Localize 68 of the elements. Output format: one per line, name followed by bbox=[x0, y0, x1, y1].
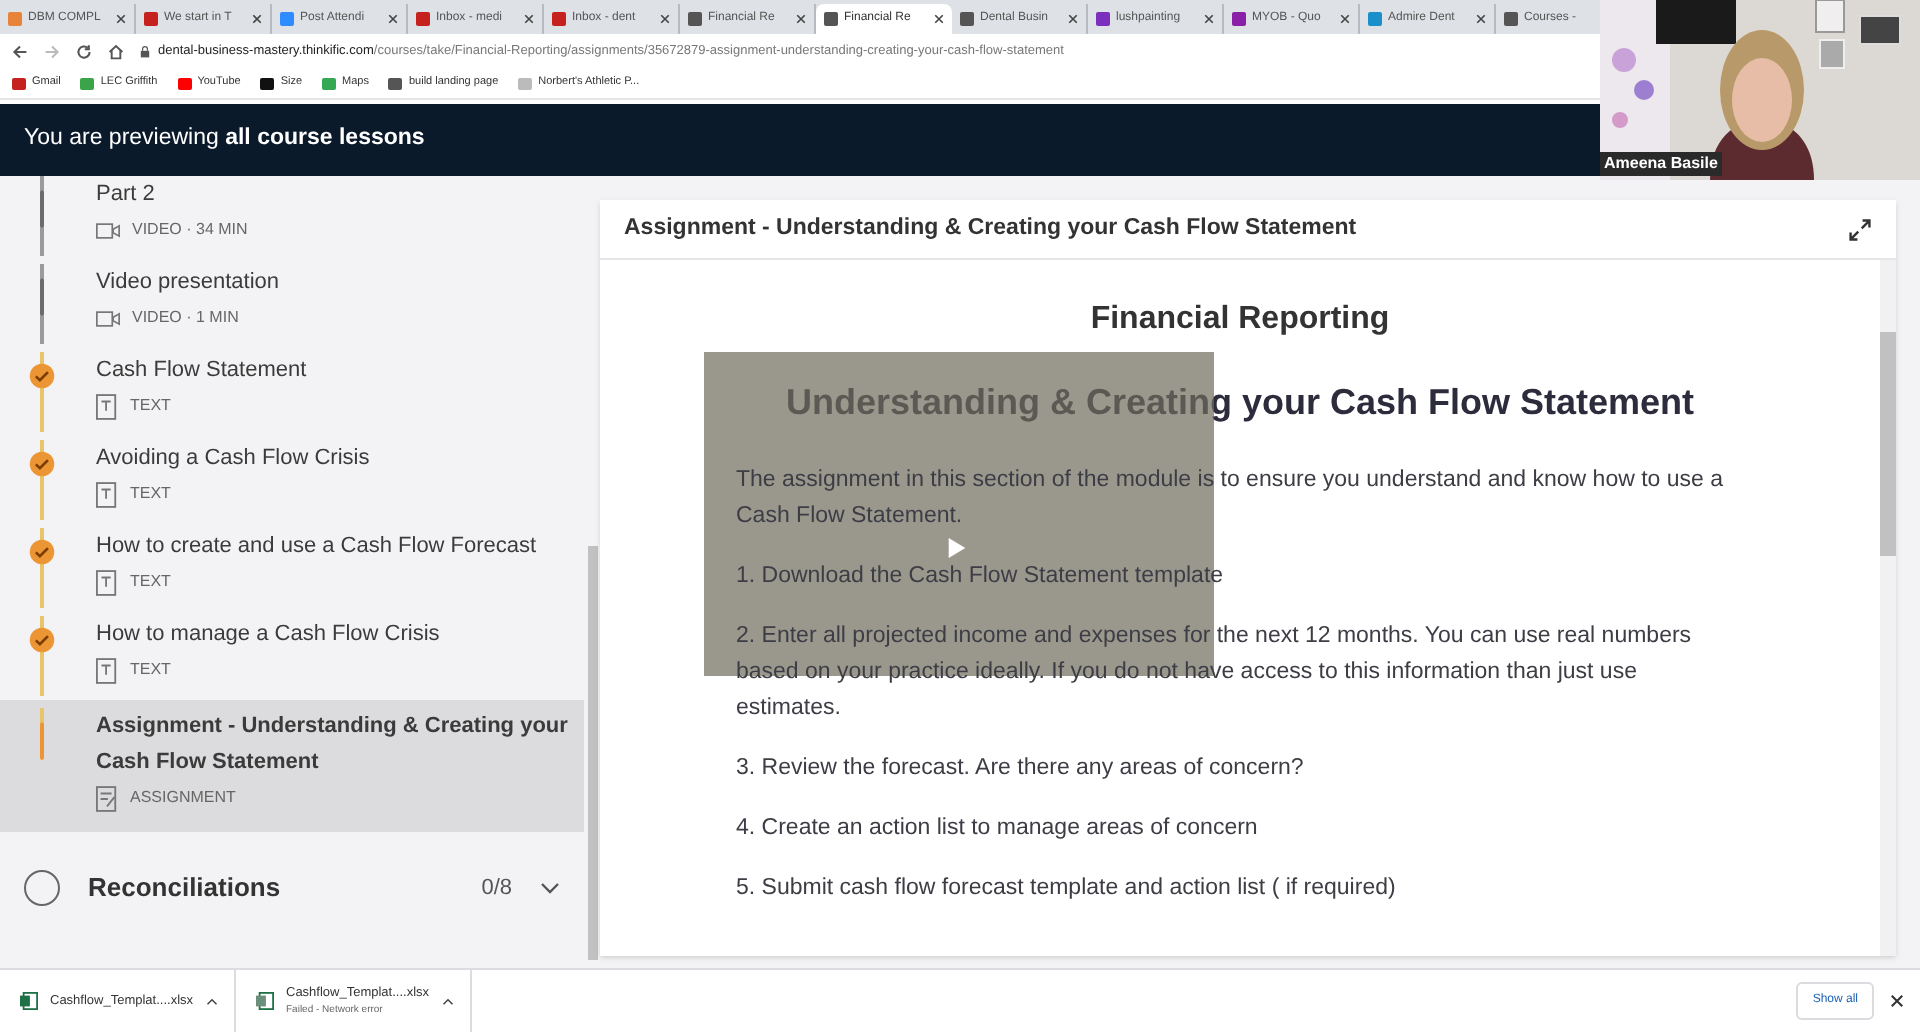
close-icon[interactable] bbox=[388, 14, 398, 24]
close-icon[interactable] bbox=[1204, 14, 1214, 24]
close-icon[interactable] bbox=[116, 14, 126, 24]
chapter-row[interactable]: Reconciliations 0/8 bbox=[0, 852, 584, 924]
lesson-type: VIDEO · 34 MIN bbox=[132, 218, 248, 242]
lesson-item[interactable]: Assignment - Understanding & Creating your Cash Flow Statement ASSIGNMENT bbox=[0, 700, 584, 832]
lesson-title: Video presentation bbox=[96, 268, 280, 298]
close-icon[interactable] bbox=[1890, 994, 1904, 1008]
close-icon[interactable] bbox=[524, 14, 534, 24]
lesson-item[interactable]: Video presentation VIDEO · 1 MIN bbox=[0, 260, 584, 348]
scrollbar-thumb[interactable] bbox=[1880, 332, 1896, 556]
scrollbar-thumb[interactable] bbox=[587, 546, 597, 960]
close-icon[interactable] bbox=[252, 14, 262, 24]
lesson-type: TEXT bbox=[130, 482, 171, 506]
page-title: Financial Reporting bbox=[1090, 300, 1390, 340]
close-icon[interactable] bbox=[934, 14, 944, 24]
check-circle-icon bbox=[28, 626, 56, 654]
lesson-type: TEXT bbox=[130, 394, 171, 418]
check-circle-icon bbox=[28, 362, 56, 390]
lesson-title: Part 2 bbox=[96, 180, 157, 210]
edit-document-icon bbox=[96, 785, 118, 811]
text-document-icon bbox=[96, 569, 118, 595]
lesson-type: VIDEO · 1 MIN bbox=[132, 306, 239, 330]
close-icon[interactable] bbox=[660, 14, 670, 24]
paragraph: 3. Review the forecast. Are there any areas of concern? bbox=[736, 754, 1306, 784]
assignment-header: Assignment - Understanding & Creating your Cash Flow Statement bbox=[624, 213, 1359, 244]
spreadsheet-icon bbox=[256, 992, 274, 1010]
lesson-item[interactable]: How to manage a Cash Flow Crisis TEXT bbox=[0, 612, 584, 700]
expand-icon[interactable] bbox=[1848, 217, 1872, 241]
chapter-count: 0/8 bbox=[481, 873, 512, 904]
banner-text: You are previewing all course lessons bbox=[24, 124, 425, 155]
lesson-title: How to create and use a Cash Flow Forecast bbox=[96, 532, 537, 562]
video-camera-icon bbox=[96, 309, 120, 327]
close-icon[interactable] bbox=[1476, 14, 1486, 24]
lesson-title: Assignment - Understanding & Creating your Cash Flow Statement bbox=[96, 712, 570, 778]
lesson-item[interactable]: Part 2 VIDEO · 34 MIN bbox=[0, 176, 584, 260]
home-icon[interactable] bbox=[108, 43, 124, 59]
lesson-title: Cash Flow Statement bbox=[96, 356, 307, 386]
lesson-item[interactable]: Cash Flow Statement TEXT bbox=[0, 348, 584, 436]
paragraph: 4. Create an action list to manage areas of concern bbox=[736, 814, 1260, 844]
reload-icon[interactable] bbox=[76, 43, 92, 59]
check-circle-icon bbox=[28, 450, 56, 478]
caret-icon[interactable] bbox=[205, 997, 218, 1005]
close-icon[interactable] bbox=[796, 14, 806, 24]
close-icon[interactable] bbox=[1340, 14, 1350, 24]
lesson-item[interactable]: How to create and use a Cash Flow Forecast TEXT bbox=[0, 524, 584, 612]
lesson-title: Avoiding a Cash Flow Crisis bbox=[96, 444, 370, 474]
play-icon[interactable] bbox=[948, 538, 966, 558]
spreadsheet-icon bbox=[20, 992, 38, 1010]
text-document-icon bbox=[96, 657, 118, 683]
caret-icon[interactable] bbox=[441, 997, 454, 1005]
back-icon[interactable] bbox=[12, 43, 28, 59]
paragraph: 5. Submit cash flow forecast template and action list ( if required) bbox=[736, 874, 1398, 904]
lesson-type: TEXT bbox=[130, 570, 171, 594]
video-camera-icon bbox=[96, 221, 120, 239]
lesson-item[interactable]: Avoiding a Cash Flow Crisis TEXT bbox=[0, 436, 584, 524]
paragraph: The assignment in this section of the module is to ensure you understand and know how to use a Cash Flow Statement. bbox=[736, 466, 1726, 532]
check-circle-icon bbox=[28, 538, 56, 566]
lesson-type: ASSIGNMENT bbox=[130, 786, 236, 810]
lesson-type: TEXT bbox=[130, 658, 171, 682]
text-document-icon bbox=[96, 393, 118, 419]
chapter-title: Reconciliations bbox=[88, 870, 283, 907]
lock-icon bbox=[140, 45, 150, 57]
text-document-icon bbox=[96, 481, 118, 507]
chevron-icon[interactable] bbox=[540, 882, 560, 894]
participant-name: Ameena Basile bbox=[1600, 152, 1722, 176]
close-icon[interactable] bbox=[1068, 14, 1078, 24]
lesson-title: How to manage a Cash Flow Crisis bbox=[96, 620, 440, 650]
